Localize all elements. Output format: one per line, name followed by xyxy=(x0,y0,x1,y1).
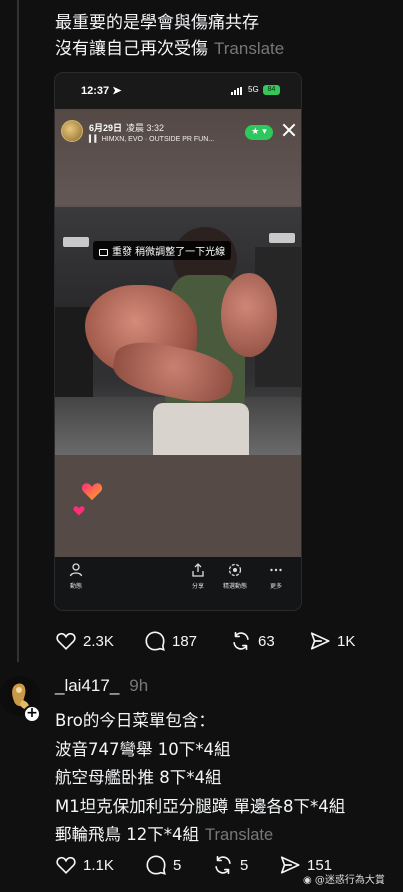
story-time: 凌晨 3:32 xyxy=(126,123,165,133)
screenshot-status-bar: 12:37 ➤ 5G 84 xyxy=(55,73,301,109)
story-text: 重發 稍微調整了一下光線 xyxy=(112,247,226,258)
weibo-logo-icon: ◉ xyxy=(303,875,315,886)
status-time-text: 12:37 xyxy=(81,85,110,97)
post-share-count: 1K xyxy=(337,632,356,650)
more-icon xyxy=(270,568,282,572)
story-date: 6月29日 凌晨 3:32 xyxy=(89,121,164,134)
send-icon xyxy=(280,856,300,874)
heart-icon xyxy=(56,856,76,874)
close-friends-star-icon: ★ ▾ xyxy=(245,125,273,140)
status-time: 12:37 ➤ xyxy=(81,85,122,97)
reply-line-3: 航空母艦卧推 8下*4組 xyxy=(55,768,222,787)
reply-line-5-text: 郵輪飛鳥 12下*4組 xyxy=(55,825,199,844)
translate-link[interactable]: Translate xyxy=(214,39,284,58)
reply-like-count: 1.1K xyxy=(83,856,114,874)
nav-activity-label: 動態 xyxy=(69,583,82,590)
story-date-text: 6月29日 xyxy=(89,123,123,133)
reply-line-1: Bro的今日菜單包含： xyxy=(55,711,215,730)
reply-like-button[interactable]: 1.1K xyxy=(55,853,114,877)
activity-icon xyxy=(69,563,83,577)
repost-icon xyxy=(233,631,249,651)
post-share-button[interactable]: 1K xyxy=(309,629,355,653)
reply-comment-button[interactable]: 5 xyxy=(145,853,181,877)
reply-translate-link[interactable]: Translate xyxy=(205,826,273,844)
post-repost-count: 63 xyxy=(258,632,275,650)
close-icon xyxy=(281,122,297,138)
reply-header: _lai417_ 9h xyxy=(55,676,148,696)
caption-line-2: 沒有讓自己再次受傷 Translate xyxy=(55,36,395,62)
post-actions: 2.3K 187 63 1K xyxy=(55,629,385,653)
story-music: ▍▍ HIMXN, EVO · OUTSIDE PR FUN... xyxy=(89,136,215,143)
post-caption: 最重要的是學會與傷痛共存 沒有讓自己再次受傷 Translate xyxy=(55,10,395,62)
reply-username[interactable]: _lai417_ xyxy=(55,676,119,695)
story-avatar xyxy=(61,120,83,142)
network-label: 5G xyxy=(248,85,259,94)
post-like-button[interactable]: 2.3K xyxy=(55,629,114,653)
post-comment-button[interactable]: 187 xyxy=(144,629,197,653)
person-shorts xyxy=(153,403,249,455)
nav-share-label: 分享 xyxy=(191,583,204,590)
send-icon xyxy=(310,632,330,650)
story-header: 6月29日 凌晨 3:32 ▍▍ HIMXN, EVO · OUTSIDE PR … xyxy=(55,113,301,153)
reply-line-5: 郵輪飛鳥 12下*4組 Translate xyxy=(55,821,400,850)
nav-highlight-label: 精選動態 xyxy=(223,583,248,590)
nav-share: 分享 xyxy=(191,563,205,590)
repost-icon xyxy=(215,855,231,875)
highlight-icon xyxy=(228,563,242,577)
heart-icon xyxy=(56,632,76,650)
attached-screenshot[interactable]: 12:37 ➤ 5G 84 6月29日 凌晨 3:32 ▍▍ HIMXN, EVO… xyxy=(54,72,302,611)
share-icon xyxy=(192,563,204,577)
caption-line-1: 最重要的是學會與傷痛共存 xyxy=(55,13,259,33)
screenshot-bottom-nav: 動態 分享 精選動態 更多 xyxy=(55,557,301,610)
nav-highlight: 精選動態 xyxy=(223,563,247,590)
signal-icon xyxy=(231,87,243,95)
follow-plus-button[interactable]: + xyxy=(23,705,41,723)
post-like-count: 2.3K xyxy=(83,632,114,650)
battery-icon: 84 xyxy=(263,85,280,95)
heart-small-icon xyxy=(73,506,85,516)
person-arm-right xyxy=(221,273,277,357)
reply-body: Bro的今日菜單包含： 波音747彎舉 10下*4組 航空母艦卧推 8下*4組 … xyxy=(55,707,400,850)
reply-repost-button[interactable]: 5 xyxy=(212,853,248,877)
thread-line xyxy=(17,0,19,662)
story-music-text: HIMXN, EVO · OUTSIDE PR FUN... xyxy=(101,136,215,143)
nav-activity: 動態 xyxy=(69,563,83,590)
heart-sticker-icon xyxy=(81,483,103,501)
comment-icon xyxy=(145,631,165,651)
watermark-text: @迷惑行為大賞 xyxy=(314,875,385,886)
reply-line-2: 波音747彎舉 10下*4組 xyxy=(55,739,231,759)
reply-line-4: M1坦克保加利亞分腿蹲 單邊各8下*4組 xyxy=(55,796,346,816)
story-text-sticker: 重發 稍微調整了一下光線 xyxy=(93,241,232,260)
post-comment-count: 187 xyxy=(172,632,198,650)
post-repost-button[interactable]: 63 xyxy=(230,629,275,653)
watermark: ◉ @迷惑行為大賞 xyxy=(303,871,385,886)
reply-comment-count: 5 xyxy=(173,856,182,874)
reply-repost-count: 5 xyxy=(240,856,249,874)
nav-more: 更多 xyxy=(269,563,283,590)
nav-more-label: 更多 xyxy=(269,583,282,590)
camera-icon xyxy=(99,248,108,256)
caption-line-2-text: 沒有讓自己再次受傷 xyxy=(55,39,208,59)
comment-icon xyxy=(146,855,166,875)
reply-time: 9h xyxy=(129,676,149,695)
